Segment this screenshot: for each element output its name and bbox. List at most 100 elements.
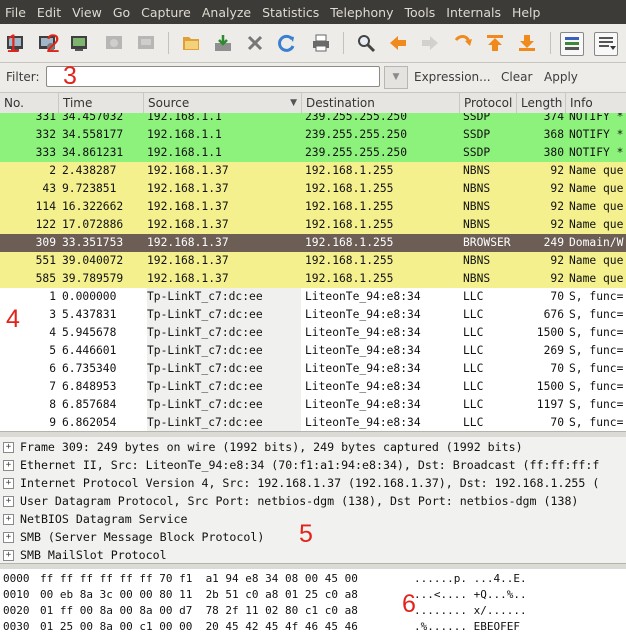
cell-time: 6.857684 [62, 398, 117, 411]
cell-length: 269 [543, 344, 564, 357]
menu-telephony[interactable]: Telephony [325, 5, 399, 20]
open-file-icon[interactable] [180, 32, 202, 54]
column-header-no[interactable]: No. [0, 93, 59, 114]
menu-analyze[interactable]: Analyze [197, 5, 257, 20]
table-row[interactable]: 114 16.322662 192.168.1.37 192.168.1.255 NBN… [0, 198, 626, 217]
packet-bytes-pane[interactable]: 0000 ff ff ff ff ff ff 70 f1 a1 94 e8 34 … [0, 569, 626, 640]
cell-info: Name que [569, 254, 624, 267]
menu-go[interactable]: Go [108, 5, 136, 20]
expand-icon[interactable]: + [3, 496, 14, 507]
print-icon[interactable] [310, 32, 332, 54]
table-row[interactable]: 2 2.438287 192.168.1.37 192.168.1.255 NBNS 92… [0, 162, 626, 181]
column-header-protocol[interactable]: Protocol [460, 93, 517, 114]
details-tree-item[interactable]: + Frame 309: 249 bytes on wire (1992 bits… [0, 438, 626, 456]
menu-statistics[interactable]: Statistics [257, 5, 325, 20]
table-row[interactable]: 331 34.457032 192.168.1.1 239.255.255.250 SS… [0, 113, 626, 127]
cell-time: 34.861231 [62, 146, 124, 159]
byte-offset: 0030 [3, 620, 30, 633]
menu-file[interactable]: File [0, 5, 32, 20]
expression-button[interactable]: Expression... [414, 70, 491, 84]
cell-destination: LiteonTe_94:e8:34 [305, 380, 421, 393]
go-back-icon[interactable] [387, 32, 409, 54]
menu-view[interactable]: View [67, 5, 108, 20]
column-header-source[interactable]: Source ▼ [144, 93, 302, 114]
filter-input[interactable] [46, 66, 380, 87]
restart-capture-icon[interactable] [135, 32, 157, 54]
table-row[interactable]: 122 17.072886 192.168.1.37 192.168.1.255 NBN… [0, 216, 626, 235]
filter-history-dropdown[interactable]: ▼ [384, 66, 408, 89]
cell-no: 6 [49, 362, 56, 375]
expand-icon[interactable]: + [3, 460, 14, 471]
details-tree-item[interactable]: + SMB (Server Message Block Protocol) [0, 528, 626, 546]
cell-source: 192.168.1.1 [147, 113, 222, 123]
menu-tools[interactable]: Tools [399, 5, 441, 20]
packet-list-header: No. Time Source ▼ Destination Protocol Le… [0, 92, 626, 115]
cell-source: Tp-LinkT_c7:dc:ee [147, 414, 301, 431]
table-row[interactable]: 1 0.000000 Tp-LinkT_c7:dc:ee LiteonTe_94:e8… [0, 288, 626, 307]
details-tree-label: SMB MailSlot Protocol [20, 548, 167, 562]
column-header-info[interactable]: Info [566, 93, 626, 114]
table-row[interactable]: 9 6.862054 Tp-LinkT_c7:dc:ee LiteonTe_94:e8… [0, 414, 626, 431]
menu-edit[interactable]: Edit [32, 5, 67, 20]
cell-length: 92 [550, 200, 564, 213]
autoscroll-icon[interactable] [594, 32, 618, 56]
details-tree-item[interactable]: + SMB MailSlot Protocol [0, 546, 626, 563]
expand-icon[interactable]: + [3, 514, 14, 525]
expand-icon[interactable]: + [3, 478, 14, 489]
details-tree-item[interactable]: + User Datagram Protocol, Src Port: netbi… [0, 492, 626, 510]
cell-info: Domain/W [569, 236, 624, 249]
table-row[interactable]: 5 6.446601 Tp-LinkT_c7:dc:ee LiteonTe_94:e8… [0, 342, 626, 361]
packet-details-pane[interactable]: + Frame 309: 249 bytes on wire (1992 bits… [0, 437, 626, 563]
apply-button[interactable]: Apply [544, 70, 578, 84]
details-tree-item[interactable]: + Ethernet II, Src: LiteonTe_94:e8:34 (70… [0, 456, 626, 474]
cell-length: 92 [550, 272, 564, 285]
cell-time: 6.862054 [62, 416, 117, 429]
expand-icon[interactable]: + [3, 550, 14, 561]
expand-icon[interactable]: + [3, 442, 14, 453]
go-to-packet-icon[interactable] [452, 32, 474, 54]
table-row[interactable]: 4 5.945678 Tp-LinkT_c7:dc:ee LiteonTe_94:e8… [0, 324, 626, 343]
last-packet-icon[interactable] [516, 32, 538, 54]
column-header-length[interactable]: Length [517, 93, 566, 114]
start-capture-icon[interactable] [68, 32, 90, 54]
table-row-selected[interactable]: 309 33.351753 192.168.1.37 192.168.1.255 BRO… [0, 234, 626, 253]
menu-capture[interactable]: Capture [136, 5, 197, 20]
colorize-icon[interactable] [560, 32, 584, 56]
byte-hex: 00 eb 8a 3c 00 00 80 11 2b 51 c0 a8 01 2… [40, 588, 358, 601]
save-file-icon[interactable] [212, 32, 234, 54]
column-header-destination[interactable]: Destination [302, 93, 460, 114]
table-row[interactable]: 43 9.723851 192.168.1.37 192.168.1.255 NBNS 9… [0, 180, 626, 199]
cell-source: 192.168.1.37 [147, 200, 229, 213]
cell-destination: 192.168.1.255 [305, 272, 394, 285]
table-row[interactable]: 332 34.558177 192.168.1.1 239.255.255.250 SS… [0, 126, 626, 145]
cell-source: 192.168.1.37 [147, 236, 229, 249]
stop-capture-icon[interactable] [103, 32, 125, 54]
table-row[interactable]: 7 6.848953 Tp-LinkT_c7:dc:ee LiteonTe_94:e8… [0, 378, 626, 397]
expand-icon[interactable]: + [3, 532, 14, 543]
table-row[interactable]: 8 6.857684 Tp-LinkT_c7:dc:ee LiteonTe_94:e8… [0, 396, 626, 415]
column-header-time[interactable]: Time [59, 93, 144, 114]
clear-button[interactable]: Clear [501, 70, 532, 84]
menu-help[interactable]: Help [507, 5, 547, 20]
details-tree-item[interactable]: + Internet Protocol Version 4, Src: 192.1… [0, 474, 626, 492]
go-forward-icon[interactable] [419, 32, 441, 54]
cell-destination: 192.168.1.255 [305, 254, 394, 267]
table-row[interactable]: 585 39.789579 192.168.1.37 192.168.1.255 NBN… [0, 270, 626, 289]
table-row[interactable]: 6 6.735340 Tp-LinkT_c7:dc:ee LiteonTe_94:e8… [0, 360, 626, 379]
close-file-icon[interactable] [244, 32, 266, 54]
packet-list[interactable]: 331 34.457032 192.168.1.1 239.255.255.250 SS… [0, 113, 626, 431]
byte-ascii: ...<.... +Q...%.. [414, 588, 527, 601]
details-tree-item[interactable]: + NetBIOS Datagram Service [0, 510, 626, 528]
cell-protocol: LLC [463, 380, 484, 393]
cell-info: S, func= [569, 416, 624, 429]
reload-icon[interactable] [276, 32, 298, 54]
table-row[interactable]: 551 39.040072 192.168.1.37 192.168.1.255 NBN… [0, 252, 626, 271]
table-row[interactable]: 3 5.437831 Tp-LinkT_c7:dc:ee LiteonTe_94:e8… [0, 306, 626, 325]
details-tree-label: User Datagram Protocol, Src Port: netbio… [20, 494, 579, 508]
first-packet-icon[interactable] [484, 32, 506, 54]
table-row[interactable]: 333 34.861231 192.168.1.1 239.255.255.250 SS… [0, 144, 626, 163]
menu-internals[interactable]: Internals [441, 5, 507, 20]
cell-info: S, func= [569, 362, 624, 375]
cell-length: 380 [543, 146, 564, 159]
find-packet-icon[interactable] [355, 32, 377, 54]
